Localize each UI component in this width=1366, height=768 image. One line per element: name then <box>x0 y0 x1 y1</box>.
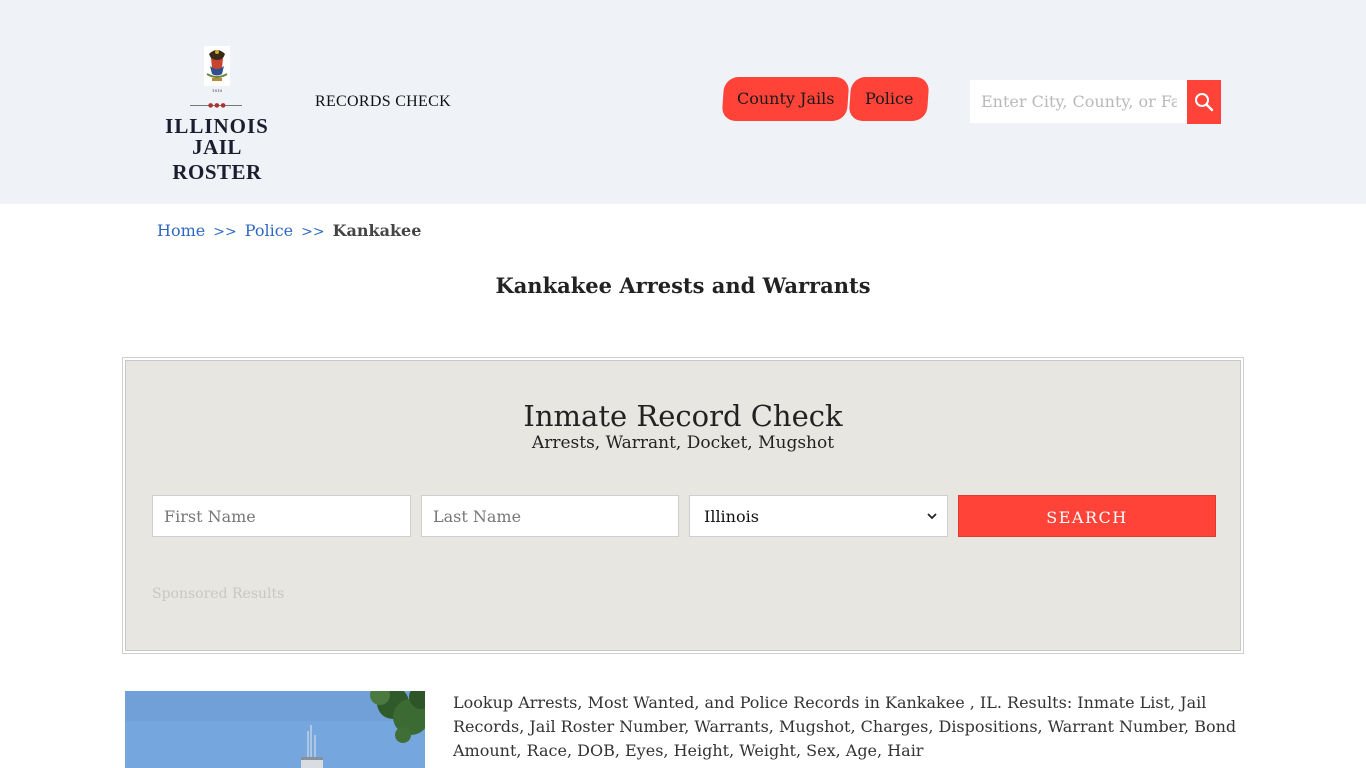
page-title: Kankakee Arrests and Warrants <box>495 273 871 298</box>
site-logo[interactable]: 1818 ●●● ILLINOIS JAIL ROSTER <box>150 44 284 184</box>
nav-county-jails-button[interactable]: County Jails <box>721 77 850 121</box>
chevron-down-icon <box>927 513 937 520</box>
svg-text:1818: 1818 <box>212 88 223 93</box>
nav-county-jails-label: County Jails <box>736 89 835 108</box>
breadcrumb-separator: >> <box>213 224 237 240</box>
site-header: 1818 ●●● ILLINOIS JAIL ROSTER RECORDS CH… <box>0 0 1366 204</box>
breadcrumb-current: Kankakee <box>332 221 422 240</box>
nav-police-label: Police <box>864 89 914 108</box>
record-check-title: Inmate Record Check <box>523 399 843 433</box>
sponsored-results-label: Sponsored Results <box>152 586 285 602</box>
kankakee-photo <box>125 691 425 768</box>
record-check-subtitle: Arrests, Warrant, Docket, Mugshot <box>531 433 835 453</box>
record-search-button[interactable]: SEARCH <box>958 495 1216 537</box>
page-description: Lookup Arrests, Most Wanted, and Police … <box>453 693 1237 760</box>
last-name-input[interactable] <box>421 495 679 537</box>
search-icon <box>1195 93 1214 112</box>
breadcrumb: Home >> Police >> Kankakee <box>157 221 421 240</box>
record-check-panel-frame: Inmate Record Check Arrests, Warrant, Do… <box>122 357 1244 654</box>
location-search-input[interactable] <box>970 80 1188 123</box>
breadcrumb-police-link[interactable]: Police <box>245 221 293 240</box>
breadcrumb-home-link[interactable]: Home <box>157 221 205 240</box>
record-check-panel: Inmate Record Check Arrests, Warrant, Do… <box>125 360 1241 651</box>
search-button[interactable] <box>1187 80 1221 124</box>
illinois-state-seal-icon: 1818 <box>204 46 230 93</box>
state-select[interactable]: Illinois <box>689 495 948 537</box>
state-select-value: Illinois <box>704 506 759 526</box>
nav-police-button[interactable]: Police <box>848 77 930 121</box>
breadcrumb-separator: >> <box>301 224 325 240</box>
logo-dots: ●●● <box>208 102 227 109</box>
tower-photo-illustration <box>125 691 425 768</box>
logo-line-2: JAIL ROSTER <box>172 135 262 184</box>
records-check-link[interactable]: RECORDS CHECK <box>315 93 451 111</box>
first-name-input[interactable] <box>152 495 411 537</box>
